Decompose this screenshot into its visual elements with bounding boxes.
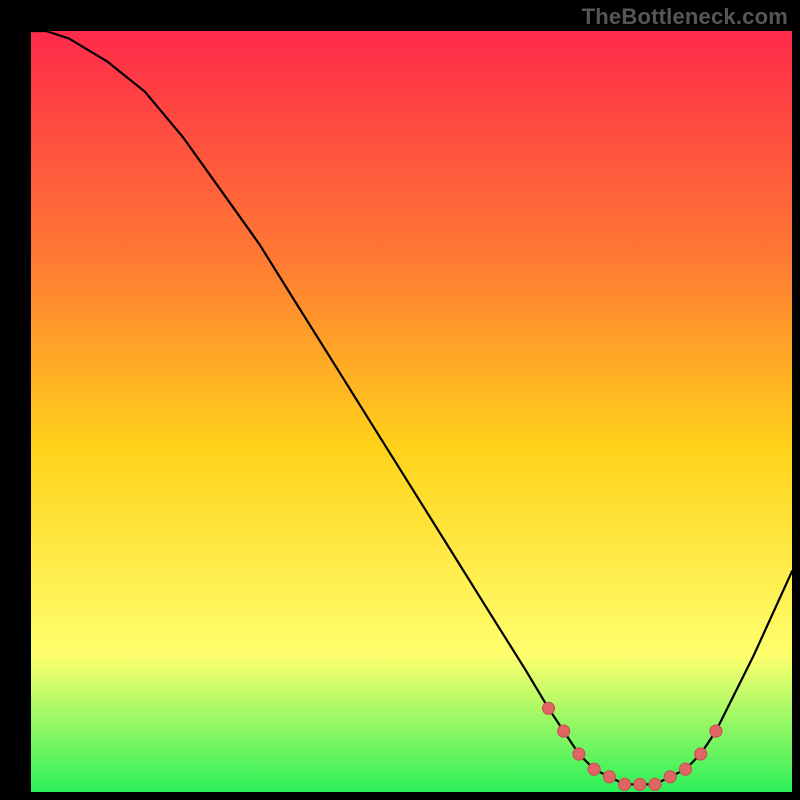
trough-marker xyxy=(558,725,570,737)
trough-marker xyxy=(543,702,555,714)
watermark-label: TheBottleneck.com xyxy=(582,4,788,30)
trough-marker xyxy=(634,778,646,790)
trough-marker xyxy=(664,771,676,783)
trough-marker xyxy=(619,778,631,790)
chart-svg xyxy=(0,0,800,800)
trough-marker xyxy=(695,748,707,760)
trough-marker xyxy=(710,725,722,737)
trough-marker xyxy=(680,763,692,775)
trough-marker xyxy=(573,748,585,760)
chart-stage: TheBottleneck.com xyxy=(0,0,800,800)
trough-marker xyxy=(603,771,615,783)
trough-marker xyxy=(588,763,600,775)
trough-marker xyxy=(649,778,661,790)
plot-background xyxy=(31,31,792,792)
